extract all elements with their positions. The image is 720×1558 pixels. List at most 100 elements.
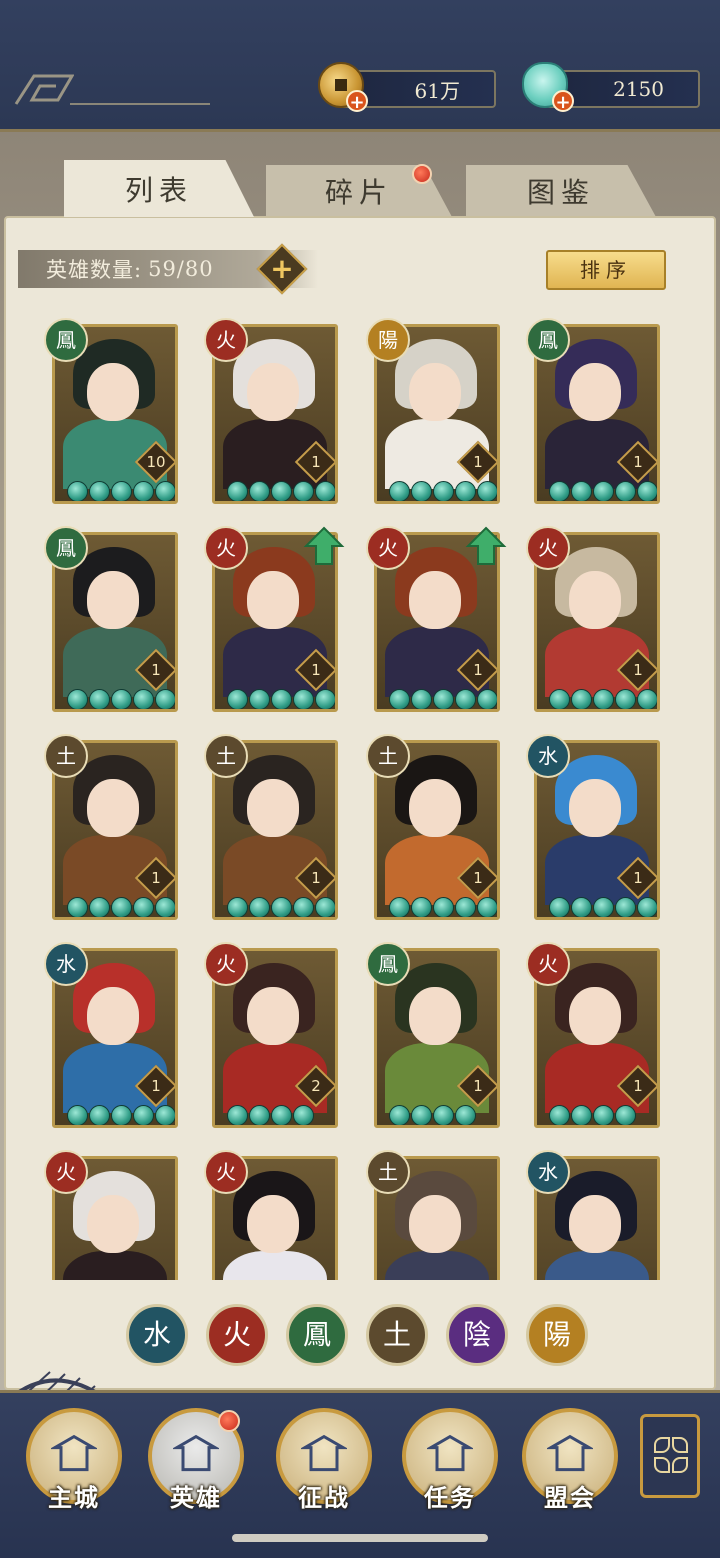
hero-element-badge: 火 <box>44 1150 88 1194</box>
hero-level: 1 <box>311 453 321 471</box>
tab-list[interactable]: 列表 <box>64 160 254 217</box>
sort-button-label: 排序 <box>580 258 632 282</box>
hero-card[interactable]: 1鳳 <box>526 318 660 504</box>
hero-card[interactable]: 水 <box>526 1150 660 1280</box>
hero-element-badge: 火 <box>526 526 570 570</box>
home-indicator[interactable] <box>232 1534 488 1542</box>
hero-card[interactable]: 1火 <box>526 526 660 712</box>
hero-level: 1 <box>151 869 161 887</box>
jade-star-icon <box>133 897 154 917</box>
hero-card[interactable]: 1土 <box>204 734 338 920</box>
jade-star-icon <box>637 897 657 917</box>
jade-star-icon <box>271 481 292 501</box>
jade-star-icon <box>315 897 335 917</box>
hero-card[interactable]: 1火 <box>366 526 507 712</box>
hero-element-badge: 鳳 <box>526 318 570 362</box>
hero-card[interactable]: 1鳳 <box>44 526 178 712</box>
hero-element-badge: 水 <box>526 1150 570 1194</box>
hero-element-badge: 火 <box>204 942 248 986</box>
hero-card[interactable]: 1水 <box>526 734 660 920</box>
sort-button[interactable]: 排序 <box>546 250 666 290</box>
hero-level: 1 <box>473 869 483 887</box>
jade-star-icon <box>433 481 454 501</box>
jade-star-icon <box>133 1105 154 1125</box>
hero-card[interactable]: 10 鳳 <box>44 318 178 504</box>
hero-element-badge: 鳳 <box>44 318 88 362</box>
filter-wind-button[interactable]: 鳳 <box>286 1304 348 1366</box>
hero-card[interactable]: 土 <box>366 1150 500 1280</box>
hero-card[interactable]: 1土 <box>44 734 178 920</box>
jade-star-icon <box>271 689 292 709</box>
hero-element-badge: 土 <box>204 734 248 778</box>
hero-card[interactable]: 火 <box>204 1150 338 1280</box>
jade-star-icon <box>433 689 454 709</box>
jade-star-icon <box>593 689 614 709</box>
hero-card[interactable]: 1水 <box>44 942 178 1128</box>
tab-codex[interactable]: 图鉴 <box>466 165 656 217</box>
jade-star-icon <box>249 897 270 917</box>
hero-level: 1 <box>633 453 643 471</box>
alliance-icon <box>547 1434 593 1472</box>
heroes-notification-dot <box>218 1410 240 1432</box>
jade-star-icon <box>615 1105 636 1125</box>
fragments-notification-dot <box>412 164 432 184</box>
hero-card[interactable]: 1陽 <box>366 318 500 504</box>
hero-star-rating <box>389 1105 476 1125</box>
hero-level: 1 <box>633 869 643 887</box>
jade-star-icon <box>411 897 432 917</box>
hero-level: 1 <box>633 1077 643 1095</box>
flower-icon <box>654 1437 670 1453</box>
jade-star-icon <box>315 481 335 501</box>
jade-star-icon <box>455 689 476 709</box>
main-city-icon <box>51 1434 97 1472</box>
nav-main-city-label: 主城 <box>48 1483 100 1512</box>
filter-yang-button[interactable]: 陽 <box>526 1304 588 1366</box>
hero-card[interactable]: 1鳳 <box>366 942 500 1128</box>
more-menu-button[interactable] <box>640 1414 700 1498</box>
hero-level: 10 <box>146 453 166 471</box>
nav-alliance-label: 盟会 <box>544 1483 596 1512</box>
hero-card[interactable]: 2火 <box>204 942 338 1128</box>
jade-star-icon <box>155 897 175 917</box>
hero-star-rating <box>549 897 657 917</box>
title-underline <box>70 103 210 105</box>
hero-count-value: 59/80 <box>148 257 214 281</box>
hero-star-rating <box>67 689 175 709</box>
add-coins-button[interactable]: + <box>346 90 368 113</box>
jade-star-icon <box>315 689 335 709</box>
jade-star-icon <box>67 481 88 501</box>
hero-card[interactable]: 1火 <box>204 318 338 504</box>
jade-star-icon <box>89 1105 110 1125</box>
hero-star-rating <box>67 897 175 917</box>
jade-star-icon <box>477 689 497 709</box>
jade-star-icon <box>411 1105 432 1125</box>
jade-star-icon <box>133 481 154 501</box>
add-jade-button[interactable]: + <box>552 90 574 113</box>
hero-level: 1 <box>473 453 483 471</box>
upgrade-arrow-icon <box>465 526 507 565</box>
jade-star-icon <box>593 1105 614 1125</box>
jade-star-icon <box>227 1105 248 1125</box>
jade-star-icon <box>571 481 592 501</box>
filter-fire-button[interactable]: 火 <box>206 1304 268 1366</box>
hero-star-rating <box>67 481 175 501</box>
hero-element-badge: 土 <box>366 1150 410 1194</box>
hero-element-badge: 火 <box>366 526 410 570</box>
filter-yin-button[interactable]: 陰 <box>446 1304 508 1366</box>
jade-star-icon <box>477 897 497 917</box>
hero-card[interactable]: 1火 <box>526 942 660 1128</box>
hero-star-rating <box>227 481 335 501</box>
jade-star-icon <box>293 1105 314 1125</box>
jade-star-icon <box>133 689 154 709</box>
jade-star-icon <box>249 689 270 709</box>
jade-star-icon <box>67 897 88 917</box>
hero-card[interactable]: 1土 <box>366 734 500 920</box>
flower-icon <box>672 1437 688 1453</box>
filter-earth-button[interactable]: 土 <box>366 1304 428 1366</box>
filter-water-button[interactable]: 水 <box>126 1304 188 1366</box>
hero-card[interactable]: 火 <box>44 1150 178 1280</box>
nav-quests-label: 任务 <box>424 1483 476 1512</box>
hero-element-badge: 火 <box>204 526 248 570</box>
element-filter-bar: 水火鳳土陰陽 <box>126 1304 588 1366</box>
hero-card[interactable]: 1火 <box>204 526 345 712</box>
